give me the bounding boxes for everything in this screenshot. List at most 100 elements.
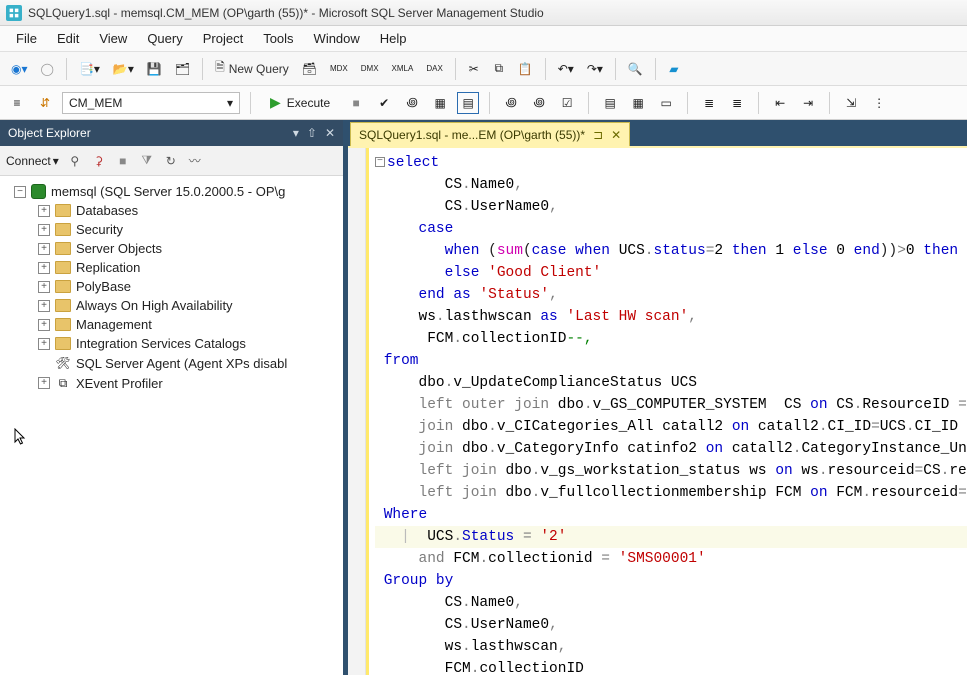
execute-button[interactable]: ▶ Execute	[261, 91, 339, 114]
expand-icon[interactable]: +	[38, 205, 50, 217]
menu-project[interactable]: Project	[193, 27, 253, 50]
find-button[interactable]: 🔍	[623, 57, 648, 81]
indent-icon[interactable]: ≡	[6, 92, 28, 114]
parse-button[interactable]: ✔	[373, 92, 395, 114]
outline-collapse-icon[interactable]: −	[375, 157, 385, 167]
query-options-icon[interactable]: ▦	[429, 92, 451, 114]
menu-edit[interactable]: Edit	[47, 27, 89, 50]
tree-sql-server-agent[interactable]: 🛠SQL Server Agent (Agent XPs disabl	[4, 353, 339, 373]
increase-indent-icon[interactable]: ⇥	[797, 92, 819, 114]
redo-button[interactable]: ↷▾	[582, 57, 608, 81]
menu-file[interactable]: File	[6, 27, 47, 50]
specify-values-icon[interactable]: ⇲	[840, 92, 862, 114]
database-combo[interactable]: CM_MEM ▾	[62, 92, 240, 114]
stop-button[interactable]: ■	[345, 92, 367, 114]
tree-management[interactable]: +Management	[4, 315, 339, 334]
tree-label: Replication	[76, 260, 140, 275]
tree-server-objects[interactable]: +Server Objects	[4, 239, 339, 258]
undo-button[interactable]: ↶▾	[553, 57, 579, 81]
disconnect-icon[interactable]: ⚳	[91, 153, 107, 169]
expand-icon[interactable]: +	[38, 319, 50, 331]
client-stats-icon[interactable]: ☑	[556, 92, 578, 114]
menu-tools[interactable]: Tools	[253, 27, 303, 50]
tree-xevent-profiler[interactable]: +⧉XEvent Profiler	[4, 373, 339, 393]
more-icon[interactable]: ⋮	[868, 92, 890, 114]
tree-databases[interactable]: + Databases	[4, 201, 339, 220]
tree-label: XEvent Profiler	[76, 376, 163, 391]
pin-icon[interactable]: ⊐	[593, 128, 603, 142]
editor-area: SQLQuery1.sql - me...EM (OP\garth (55))*…	[348, 120, 967, 675]
tree-label: Databases	[76, 203, 138, 218]
tree-security[interactable]: +Security	[4, 220, 339, 239]
filter-icon[interactable]: ⧩	[139, 153, 155, 169]
expand-icon[interactable]: +	[38, 224, 50, 236]
menu-view[interactable]: View	[89, 27, 137, 50]
results-file-icon[interactable]: ▭	[655, 92, 677, 114]
forward-button[interactable]: ◯	[36, 57, 59, 81]
menu-help[interactable]: Help	[370, 27, 417, 50]
xmla-icon[interactable]: XMLA	[387, 57, 419, 81]
new-item-button[interactable]: 📑▾	[74, 57, 105, 81]
expand-icon[interactable]: +	[38, 377, 50, 389]
mdx-icon[interactable]: MDX	[325, 57, 353, 81]
actual-plan-icon[interactable]: ꩜	[500, 92, 522, 114]
intellisense-icon[interactable]: ▤	[457, 92, 479, 114]
toolbar-sep	[489, 92, 490, 114]
connect-label: Connect	[6, 154, 51, 168]
activity-icon[interactable]: 〰	[187, 153, 203, 169]
object-explorer-panel: Object Explorer ▾ ⇧ ✕ Connect ▾ ⚲ ⚳ ■ ⧩ …	[0, 120, 348, 675]
tree-replication[interactable]: + Replication	[4, 258, 339, 277]
comment-icon[interactable]: ≣	[698, 92, 720, 114]
decrease-indent-icon[interactable]: ⇤	[769, 92, 791, 114]
expand-icon[interactable]: +	[38, 281, 50, 293]
results-grid-icon[interactable]: ▦	[627, 92, 649, 114]
results-text-icon[interactable]: ▤	[599, 92, 621, 114]
db-engine-query-icon[interactable]: 🗃	[297, 57, 322, 81]
connect-dropdown[interactable]: Connect ▾	[6, 154, 59, 168]
tree-label: Always On High Availability	[76, 298, 233, 313]
sql-editor[interactable]: −select CS.Name0, CS.UserName0, case whe…	[348, 146, 967, 675]
back-button[interactable]: ◉▾	[6, 57, 33, 81]
cut-button[interactable]: ✂	[463, 57, 485, 81]
close-icon[interactable]: ✕	[325, 126, 335, 140]
app-icon	[6, 5, 22, 21]
editor-gutter	[348, 148, 366, 675]
uncomment-icon[interactable]: ≣	[726, 92, 748, 114]
folder-icon	[55, 280, 71, 293]
copy-button[interactable]: ⧉	[488, 57, 510, 81]
tree-polybase[interactable]: +PolyBase	[4, 277, 339, 296]
live-stats-icon[interactable]: ꩜	[528, 92, 550, 114]
dax-icon[interactable]: DAX	[421, 57, 447, 81]
toolbar-sep	[655, 58, 656, 80]
server-node[interactable]: − memsql (SQL Server 15.0.2000.5 - OP\g	[4, 182, 339, 201]
stop-icon[interactable]: ■	[115, 153, 131, 169]
editor-tab[interactable]: SQLQuery1.sql - me...EM (OP\garth (55))*…	[350, 122, 630, 146]
expand-icon[interactable]: +	[38, 243, 50, 255]
tree-label: Integration Services Catalogs	[76, 336, 246, 351]
tree-always-on[interactable]: + Always On High Availability	[4, 296, 339, 315]
save-all-button[interactable]: 🗂	[170, 57, 195, 81]
expand-icon[interactable]: +	[38, 338, 50, 350]
menu-query[interactable]: Query	[137, 27, 192, 50]
toolbar-sep	[202, 58, 203, 80]
estimated-plan-icon[interactable]: ꩜	[401, 92, 423, 114]
pin-icon[interactable]: ⇧	[307, 126, 317, 140]
menu-window[interactable]: Window	[304, 27, 370, 50]
launch-button[interactable]: ▰	[663, 57, 685, 81]
tree-integration-services[interactable]: + Integration Services Catalogs	[4, 334, 339, 353]
close-icon[interactable]: ✕	[611, 128, 621, 142]
params-icon[interactable]: ⇵	[34, 92, 56, 114]
toolbar-sep	[66, 58, 67, 80]
expand-icon[interactable]: +	[38, 300, 50, 312]
expand-icon[interactable]: +	[38, 262, 50, 274]
connect-icon[interactable]: ⚲	[67, 153, 83, 169]
code-content[interactable]: −select CS.Name0, CS.UserName0, case whe…	[369, 148, 967, 675]
refresh-icon[interactable]: ↻	[163, 153, 179, 169]
paste-button[interactable]: 📋	[513, 57, 538, 81]
open-button[interactable]: 📂▾	[108, 57, 139, 81]
dropdown-icon[interactable]: ▾	[293, 126, 299, 140]
dmx-icon[interactable]: DMX	[356, 57, 384, 81]
save-button[interactable]: 💾	[142, 57, 167, 81]
new-query-button[interactable]: 🗎 New Query	[210, 57, 294, 81]
collapse-icon[interactable]: −	[14, 186, 26, 198]
